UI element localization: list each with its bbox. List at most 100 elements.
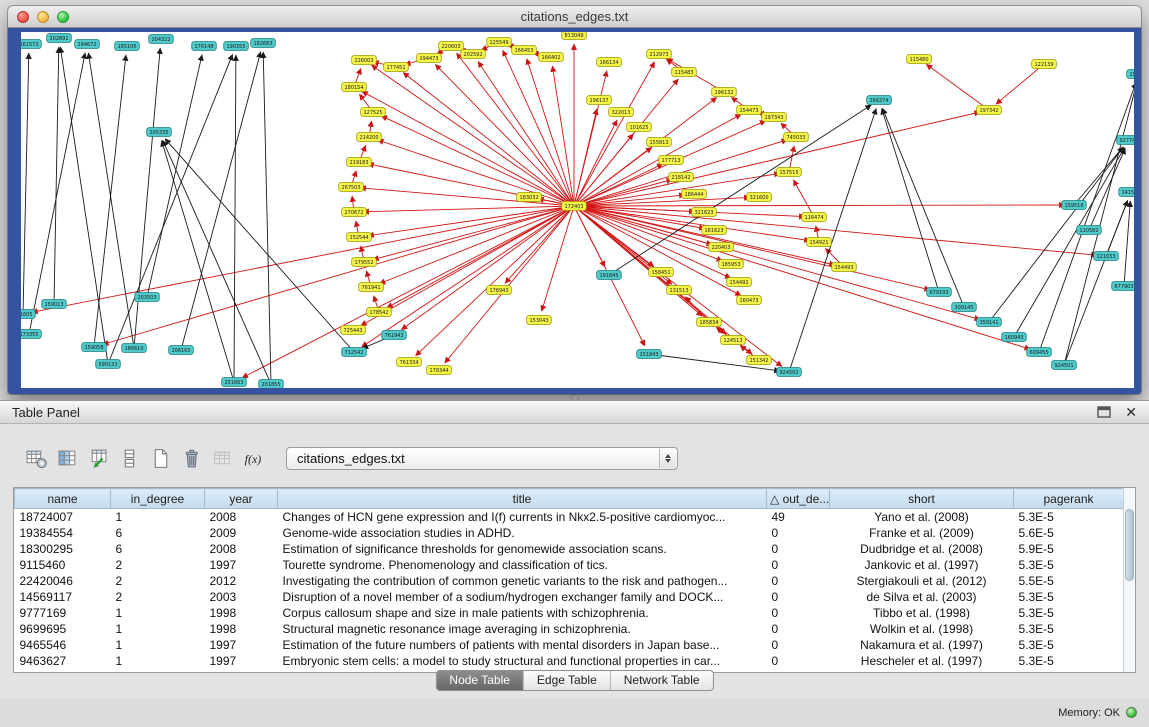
graph-node[interactable]: 218142 (669, 173, 694, 182)
graph-node[interactable]: 176148 (192, 42, 217, 51)
graph-edge[interactable] (574, 206, 930, 290)
graph-node[interactable]: 101625 (627, 123, 652, 132)
graph-node[interactable]: 153043 (527, 316, 552, 325)
graph-node[interactable]: 154493 (832, 263, 857, 272)
graph-node[interactable]: 609455 (1027, 348, 1052, 357)
graph-node[interactable]: 141571 (1119, 188, 1134, 197)
graph-node[interactable]: 154492 (727, 278, 752, 287)
table-scrollbar[interactable] (1123, 488, 1135, 672)
zoom-window-button[interactable] (57, 11, 69, 23)
graph-node[interactable]: 190355 (224, 42, 249, 51)
table-source-dropdown[interactable]: citations_edges.txt (286, 447, 678, 470)
graph-node[interactable]: 761943 (382, 331, 407, 340)
graph-edge[interactable] (574, 120, 617, 206)
graph-edge[interactable] (29, 53, 85, 334)
graph-node[interactable]: 196132 (712, 88, 737, 97)
graph-edge[interactable] (263, 52, 271, 384)
graph-edge[interactable] (32, 206, 574, 312)
graph-node[interactable]: 321623 (692, 208, 717, 217)
tab-edge-table[interactable]: Edge Table (523, 671, 610, 690)
graph-node[interactable]: 185834 (697, 318, 722, 327)
graph-edge[interactable] (789, 109, 876, 373)
graph-node[interactable]: 151843 (637, 350, 662, 359)
graph-edge[interactable] (242, 206, 574, 378)
graph-edge[interactable] (108, 54, 233, 364)
graph-edge[interactable] (1064, 83, 1134, 365)
graph-node[interactable]: 202592 (461, 50, 486, 59)
graph-edge[interactable] (379, 206, 574, 284)
graph-node[interactable]: 197342 (977, 106, 1002, 115)
graph-hub-node[interactable]: 172403 (562, 202, 587, 211)
graph-node[interactable]: 183032 (517, 193, 542, 202)
graph-node[interactable]: 154473 (737, 106, 762, 115)
graph-edge[interactable] (574, 206, 980, 320)
tab-network-table[interactable]: Network Table (610, 671, 713, 690)
graph-edge[interactable] (882, 109, 939, 292)
new-table-icon[interactable] (148, 445, 176, 471)
graph-edge[interactable] (552, 66, 574, 206)
network-canvas[interactable]: 1615732028911946721851062043221761481903… (21, 32, 1134, 388)
delete-column-icon[interactable] (210, 445, 238, 471)
column-header-name[interactable]: name (15, 489, 111, 509)
graph-node[interactable]: 197343 (762, 113, 787, 122)
graph-edge[interactable] (373, 206, 574, 260)
graph-node[interactable]: 110582 (1077, 226, 1102, 235)
graph-node[interactable]: 212973 (647, 50, 672, 59)
graph-node[interactable]: 159342 (1127, 70, 1134, 79)
graph-node[interactable]: 725443 (341, 326, 366, 335)
graph-node[interactable]: 251605 (21, 310, 35, 319)
graph-edge[interactable] (996, 64, 1044, 104)
graph-node[interactable]: 160473 (737, 296, 762, 305)
graph-node[interactable]: 270672 (342, 208, 367, 217)
graph-edge[interactable] (882, 108, 964, 307)
graph-edge[interactable] (793, 180, 814, 217)
graph-node[interactable]: 761334 (397, 358, 422, 367)
graph-node[interactable]: 196137 (587, 96, 612, 105)
graph-edge[interactable] (1014, 148, 1125, 337)
graph-node[interactable]: 121033 (1094, 252, 1119, 261)
show-columns-icon[interactable] (55, 445, 83, 471)
column-header-year[interactable]: year (205, 489, 278, 509)
table-row[interactable]: 969969511998Structural magnetic resonanc… (15, 621, 1124, 637)
graph-node[interactable]: 155813 (647, 138, 672, 147)
graph-node[interactable]: 159013 (42, 300, 67, 309)
graph-node[interactable]: 194672 (75, 40, 100, 49)
table-row[interactable]: 946554611997Estimation of the future num… (15, 637, 1124, 653)
table-row[interactable]: 911546021997Tourette syndrome. Phenomeno… (15, 557, 1124, 573)
graph-node[interactable]: 321600 (747, 193, 772, 202)
table-row[interactable]: 1456911722003Disruption of a novel membe… (15, 589, 1124, 605)
graph-node[interactable]: 173355 (21, 330, 41, 339)
graph-node[interactable]: 178542 (367, 308, 392, 317)
graph-edge[interactable] (1124, 201, 1130, 286)
table-scrollbar-thumb[interactable] (1125, 509, 1134, 581)
graph-edge[interactable] (416, 206, 575, 356)
graph-edge[interactable] (435, 64, 574, 206)
graph-node[interactable]: 206165 (169, 346, 194, 355)
graph-node[interactable]: 166402 (539, 53, 564, 62)
graph-edge[interactable] (361, 206, 574, 326)
graph-node[interactable]: 115483 (672, 68, 697, 77)
tab-node-table[interactable]: Node Table (436, 671, 523, 690)
graph-node[interactable]: 251663 (222, 378, 247, 387)
graph-node[interactable]: 161623 (702, 226, 727, 235)
graph-node[interactable]: 924501 (1052, 361, 1077, 370)
graph-edge[interactable] (378, 140, 575, 206)
graph-node[interactable]: 152544 (347, 233, 372, 242)
graph-edge[interactable] (1039, 83, 1134, 353)
graph-edge[interactable] (134, 48, 160, 348)
table-row[interactable]: 2242004622012Investigating the contribut… (15, 573, 1124, 589)
table-row[interactable]: 1938455462009Genome-wide association stu… (15, 525, 1124, 541)
row-selection-icon[interactable] (117, 445, 145, 471)
graph-node[interactable]: 176943 (487, 286, 512, 295)
graph-edge[interactable] (147, 55, 202, 297)
graph-node[interactable]: 161573 (21, 40, 41, 49)
function-builder-icon[interactable]: f(x) (241, 445, 269, 471)
graph-node[interactable]: 927741 (1117, 136, 1134, 145)
column-header-title[interactable]: title (278, 489, 767, 509)
graph-node[interactable]: 813049 (562, 32, 587, 40)
graph-node[interactable]: 186444 (682, 190, 707, 199)
graph-node[interactable]: 185106 (115, 42, 140, 51)
graph-node[interactable]: 202891 (47, 34, 72, 43)
graph-node[interactable]: 191845 (597, 271, 622, 280)
graph-node[interactable]: 745033 (784, 133, 809, 142)
